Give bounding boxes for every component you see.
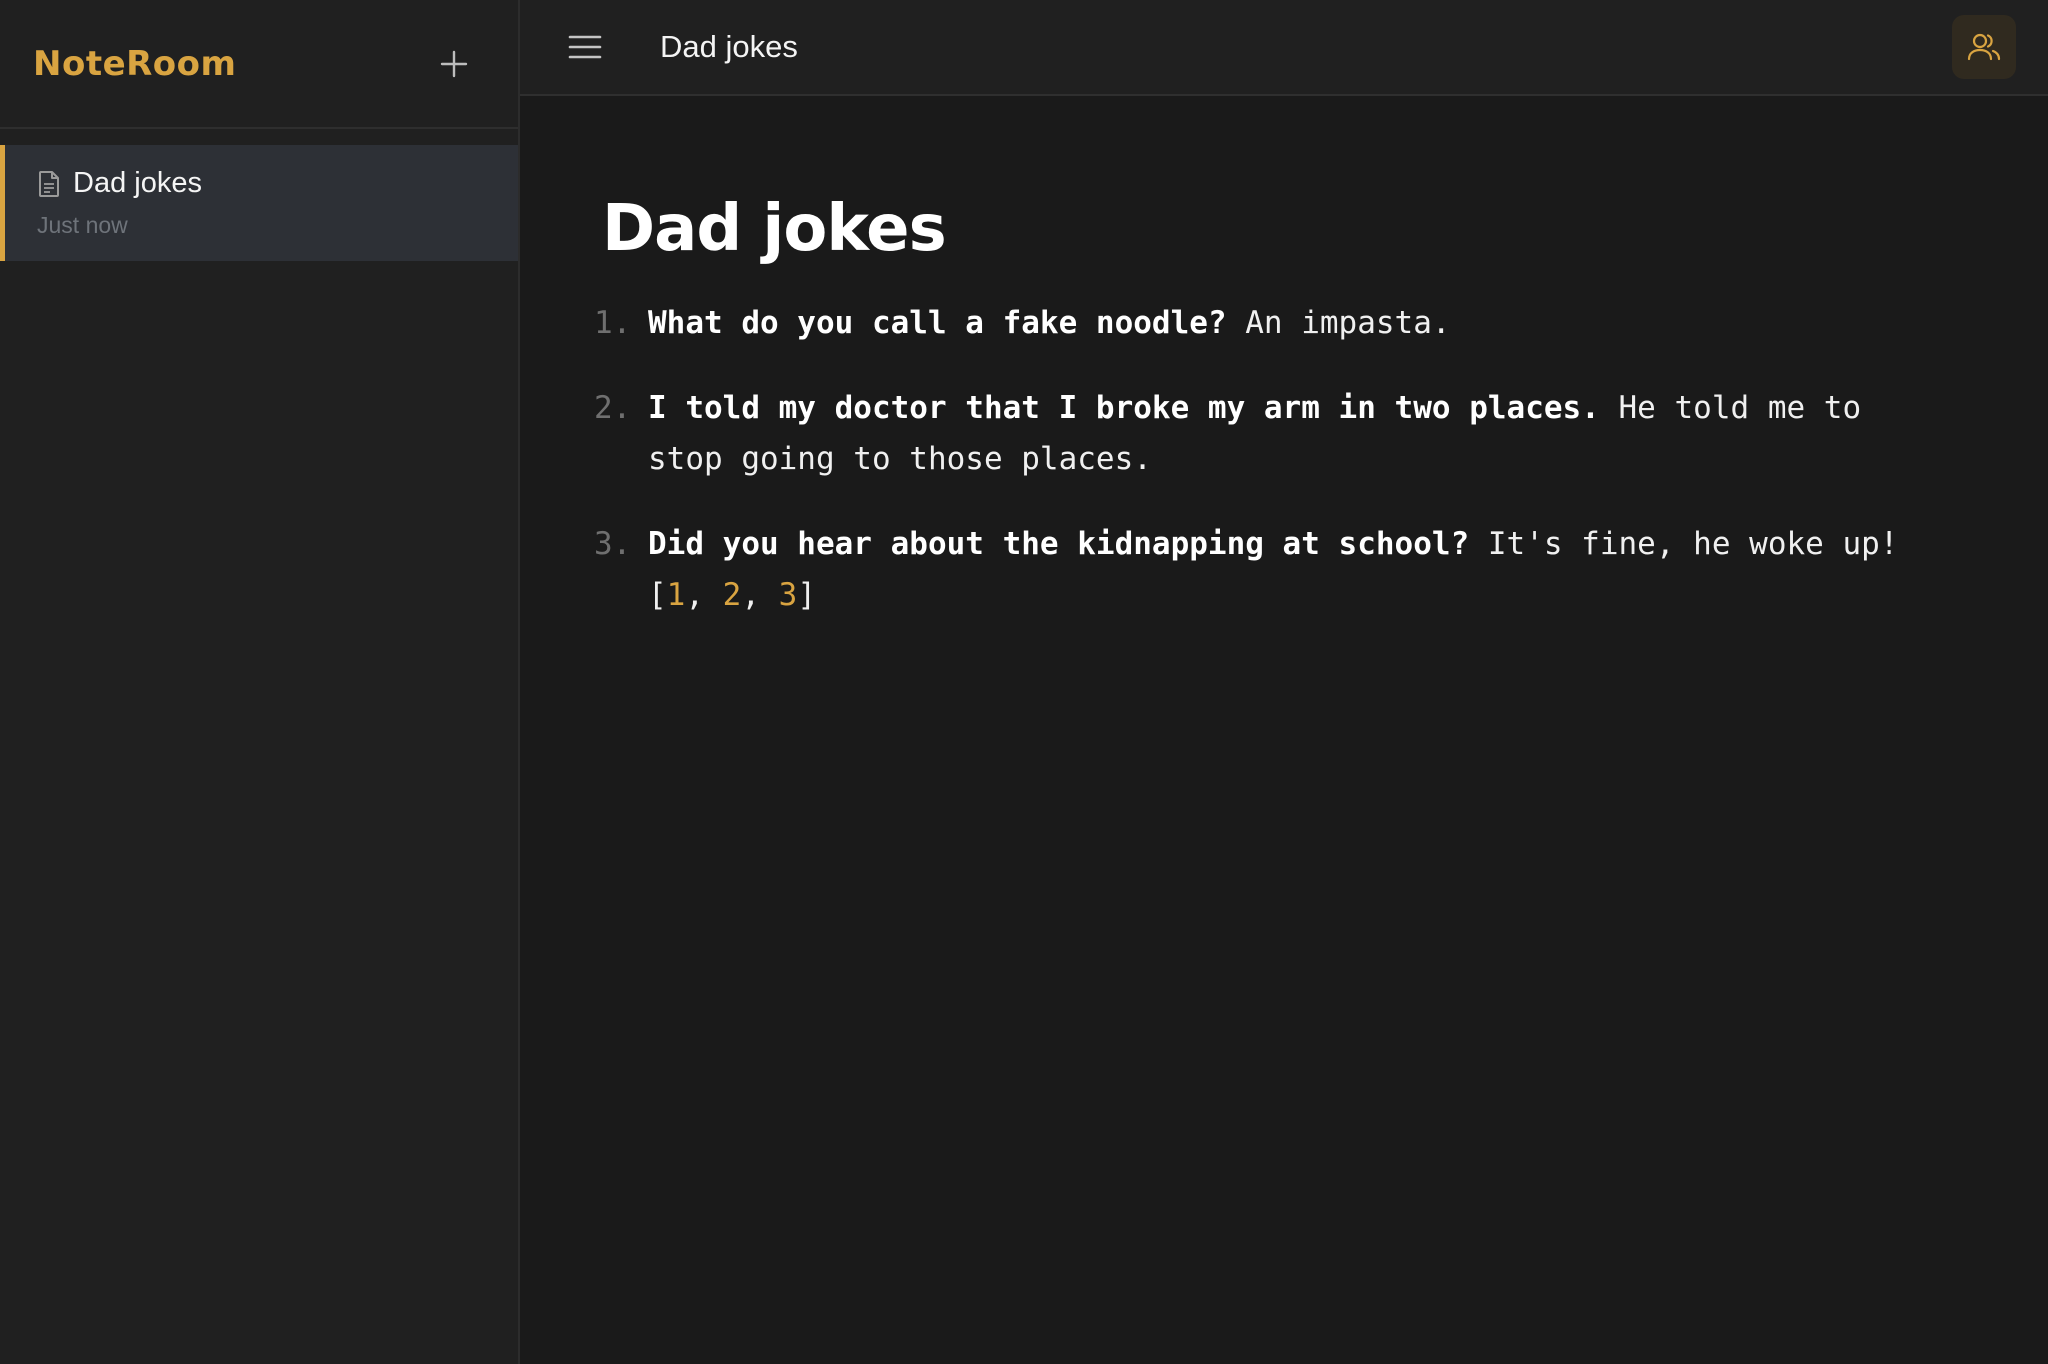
document-content[interactable]: Dad jokes 1. What do you call a fake noo… (520, 96, 2048, 621)
joke-question: What do you call a fake noodle? (648, 305, 1227, 341)
app-window: NoteRoom Dad jokes Just now Dad jokes Da… (0, 0, 2048, 1364)
reference-link[interactable]: 1 (667, 577, 686, 613)
list-item[interactable]: 3. Did you hear about the kidnapping at … (594, 519, 1968, 621)
joke-list: 1. What do you call a fake noodle? An im… (594, 298, 1968, 621)
document-icon (39, 170, 59, 197)
reference-separator: , (741, 577, 779, 613)
joke-question: I told my doctor that I broke my arm in … (648, 390, 1600, 426)
sidebar: NoteRoom Dad jokes Just now (0, 0, 520, 1364)
list-item[interactable]: 2. I told my doctor that I broke my arm … (594, 383, 1968, 485)
note-item-title: Dad jokes (73, 167, 202, 199)
main-panel: Dad jokes Dad jokes 1. What do you call … (520, 0, 2048, 1364)
hamburger-menu-icon (568, 35, 602, 59)
joke-question: Did you hear about the kidnapping at sch… (648, 526, 1470, 562)
document-title[interactable]: Dad jokes (602, 192, 1968, 266)
joke-answer: It's fine, he woke up! (1469, 526, 1899, 562)
note-list: Dad jokes Just now (0, 129, 518, 261)
list-item[interactable]: 1. What do you call a fake noodle? An im… (594, 298, 1968, 349)
reference-separator: , (685, 577, 723, 613)
topbar: Dad jokes (520, 0, 2048, 96)
note-item-timestamp: Just now (37, 212, 128, 238)
users-icon (1967, 33, 2001, 61)
sidebar-header: NoteRoom (0, 0, 518, 129)
list-number: 2. (594, 390, 632, 426)
list-number: 1. (594, 305, 632, 341)
reference-link[interactable]: 2 (723, 577, 742, 613)
new-note-button[interactable] (430, 40, 478, 88)
app-logo: NoteRoom (33, 43, 237, 84)
page-title: Dad jokes (660, 29, 798, 64)
collaborators-button[interactable] (1952, 15, 2016, 79)
joke-answer: An impasta. (1226, 305, 1451, 341)
reference-link[interactable]: 3 (779, 577, 798, 613)
menu-button[interactable] (568, 21, 640, 73)
references-open-bracket: [ (648, 577, 667, 613)
note-list-item[interactable]: Dad jokes Just now (0, 145, 518, 261)
list-number: 3. (594, 526, 632, 562)
references-close-bracket: ] (797, 577, 817, 613)
plus-icon (440, 50, 468, 77)
